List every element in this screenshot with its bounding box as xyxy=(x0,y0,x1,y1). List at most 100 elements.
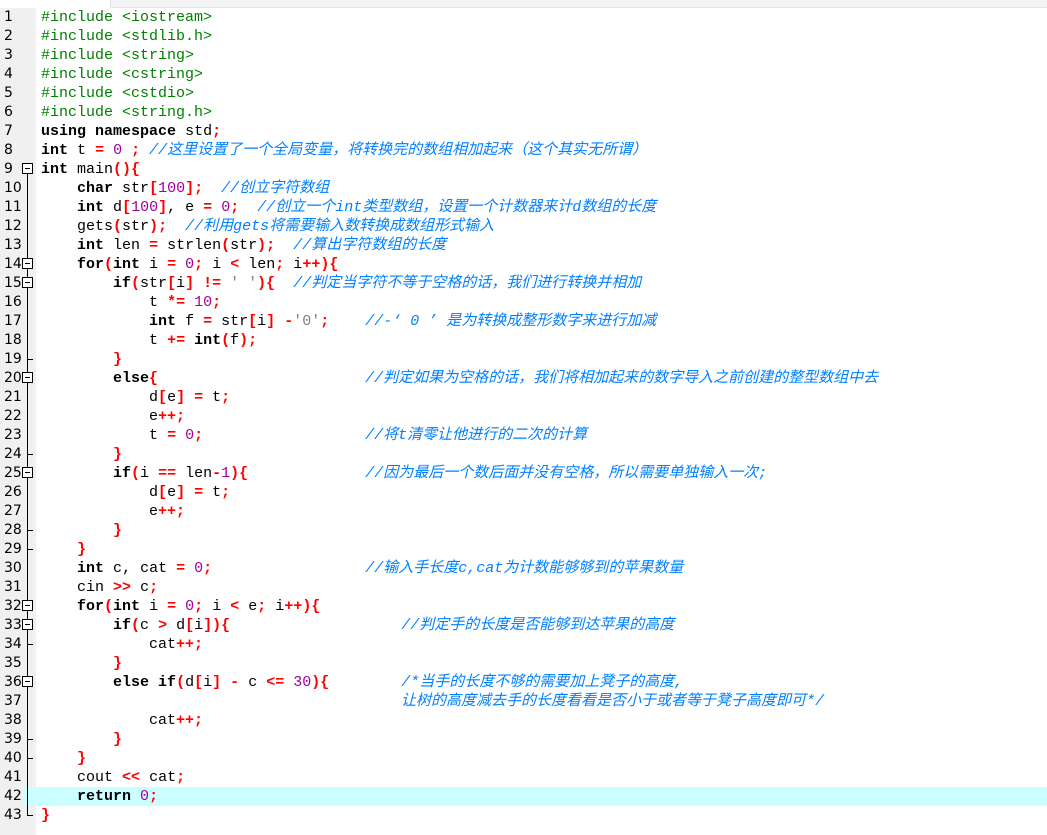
keyword: else xyxy=(113,674,150,691)
code-text: str xyxy=(122,218,150,235)
comment: //因为最后一个数后面并没有空格，所以需要单独输入一次; xyxy=(365,465,768,482)
fold-toggle-icon[interactable] xyxy=(21,597,35,616)
code-line[interactable]: 4 #include <cstring> xyxy=(0,65,1047,84)
code-editor[interactable]: 1 #include <iostream> 2 #include <stdlib.h>… xyxy=(0,8,1047,825)
code-line[interactable]: 25 if(i == len-1){ //因为最后一个数后面并没有空格，所以需要… xyxy=(0,464,1047,483)
code-line[interactable]: 14 for(int i = 0; i < len; i++){ xyxy=(0,255,1047,274)
code-line[interactable]: 35 } xyxy=(0,654,1047,673)
code-text: d xyxy=(176,617,186,634)
code-text: strlen xyxy=(167,237,222,254)
code-line[interactable]: 10 char str[100]; //创立字符数组 xyxy=(0,179,1047,198)
code-line[interactable]: 33 if(c > d[i]){ //判定手的长度是否能够到达苹果的高度 xyxy=(0,616,1047,635)
code-text: i xyxy=(293,256,303,273)
code-line[interactable]: 31 cin >> c; xyxy=(0,578,1047,597)
code-line[interactable]: 13 int len = strlen(str); //算出字符数组的长度 xyxy=(0,236,1047,255)
code-line[interactable]: 8 int t = 0 ; //这里设置了一个全局变量，将转换完的数组相加起来（这… xyxy=(0,141,1047,160)
code-line[interactable]: 5 #include <cstdio> xyxy=(0,84,1047,103)
comment: //利用gets将需要输入数转换成数组形式输入 xyxy=(185,218,495,235)
fold-guide xyxy=(21,749,35,768)
fold-toggle-icon[interactable] xyxy=(21,464,35,483)
code-line[interactable]: 37 让树的高度减去手的长度看看是否小于或者等于凳子高度即可*/ xyxy=(0,692,1047,711)
code-content: #include <string> xyxy=(41,46,194,65)
comment: 让树的高度减去手的长度看看是否小于或者等于凳子高度即可*/ xyxy=(41,693,825,710)
code-content: #include <string.h> xyxy=(41,103,212,122)
code-line[interactable]: 27 e++; xyxy=(0,502,1047,521)
code-line[interactable]: 19 } xyxy=(0,350,1047,369)
code-line[interactable]: 32 for(int i = 0; i < e; i++){ xyxy=(0,597,1047,616)
fold-toggle-icon[interactable] xyxy=(21,673,35,692)
code-line[interactable]: 36 else if(d[i] - c <= 30){ /*当手的长度不够的需要… xyxy=(0,673,1047,692)
code-line[interactable]: 38 cat++; xyxy=(0,711,1047,730)
code-line[interactable]: 9 int main(){ xyxy=(0,160,1047,179)
code-line[interactable]: 41 cout << cat; xyxy=(0,768,1047,787)
code-line[interactable]: 28 } xyxy=(0,521,1047,540)
code-line[interactable]: 39 } xyxy=(0,730,1047,749)
code-text: t xyxy=(212,484,222,501)
code-line[interactable]: 16 t *= 10; xyxy=(0,293,1047,312)
code-line[interactable]: 2 #include <stdlib.h> xyxy=(0,27,1047,46)
code-line[interactable]: 17 int f = str[i] -'0'; //-‘ 0 ’ 是为转换成整形… xyxy=(0,312,1047,331)
line-number: 7 xyxy=(4,123,13,139)
fold-toggle-icon[interactable] xyxy=(21,616,35,635)
code-line[interactable]: 3 #include <string> xyxy=(0,46,1047,65)
code-line[interactable]: 42 return 0; xyxy=(0,787,1047,806)
operator: - xyxy=(230,674,240,691)
code-text: f xyxy=(185,313,195,330)
operator: ); xyxy=(257,237,276,254)
keyword: int xyxy=(41,142,69,159)
code-text: cat xyxy=(149,636,177,653)
fold-toggle-icon[interactable] xyxy=(21,255,35,274)
code-line[interactable]: 15 if(str[i] != ' '){ //判定当字符不等于空格的话，我们进… xyxy=(0,274,1047,293)
code-line[interactable]: 21 d[e] = t; xyxy=(0,388,1047,407)
code-text: i xyxy=(257,313,267,330)
number: 0 xyxy=(113,142,123,159)
code-line[interactable]: 12 gets(str); //利用gets将需要输入数转换成数组形式输入 xyxy=(0,217,1047,236)
code-line[interactable]: 20 else{ //判定如果为空格的话，我们将相加起来的数字导入之前创建的整型… xyxy=(0,369,1047,388)
comment: //将t清零让他进行的二次的计算 xyxy=(365,427,588,444)
fold-toggle-icon[interactable] xyxy=(21,369,35,388)
code-line[interactable]: 6 #include <string.h> xyxy=(0,103,1047,122)
code-line[interactable]: 22 e++; xyxy=(0,407,1047,426)
keyword: char xyxy=(77,180,114,197)
code-text: len xyxy=(248,256,276,273)
fold-toggle-icon[interactable] xyxy=(21,160,35,179)
code-line[interactable]: 30 int c, cat = 0; //输入手长度c,cat为计数能够够到的苹… xyxy=(0,559,1047,578)
line-number: 4 xyxy=(4,66,13,82)
code-line[interactable]: 7 using namespace std; xyxy=(0,122,1047,141)
operator: ( xyxy=(113,218,123,235)
code-line[interactable]: 23 t = 0; //将t清零让他进行的二次的计算 xyxy=(0,426,1047,445)
code-line[interactable]: 40 } xyxy=(0,749,1047,768)
operator: = xyxy=(95,142,105,159)
keyword: if xyxy=(113,617,132,634)
fold-toggle-icon[interactable] xyxy=(21,274,35,293)
code-line[interactable]: 34 cat++; xyxy=(0,635,1047,654)
code-line[interactable]: 1 #include <iostream> xyxy=(0,8,1047,27)
code-line[interactable]: 24 } xyxy=(0,445,1047,464)
code-line[interactable]: 43} xyxy=(0,806,1047,825)
code-text: e xyxy=(149,408,159,425)
code-line[interactable]: 29 } xyxy=(0,540,1047,559)
keyword: return xyxy=(77,788,132,805)
code-line[interactable]: 18 t += int(f); xyxy=(0,331,1047,350)
comment: //判定当字符不等于空格的话，我们进行转换并相加 xyxy=(293,275,642,292)
code-text: e xyxy=(149,503,159,520)
code-line[interactable]: 26 d[e] = t; xyxy=(0,483,1047,502)
comment: //输入手长度c,cat为计数能够够到的苹果数量 xyxy=(365,560,684,577)
code-text: i xyxy=(140,465,150,482)
code-line[interactable]: 11 int d[100], e = 0; //创立一个int类型数组，设置一个… xyxy=(0,198,1047,217)
code-text: i xyxy=(275,598,285,615)
comment: //判定如果为空格的话，我们将相加起来的数字导入之前创建的整型数组中去 xyxy=(365,370,879,387)
keyword: if xyxy=(113,275,132,292)
operator: ++; xyxy=(158,503,186,520)
